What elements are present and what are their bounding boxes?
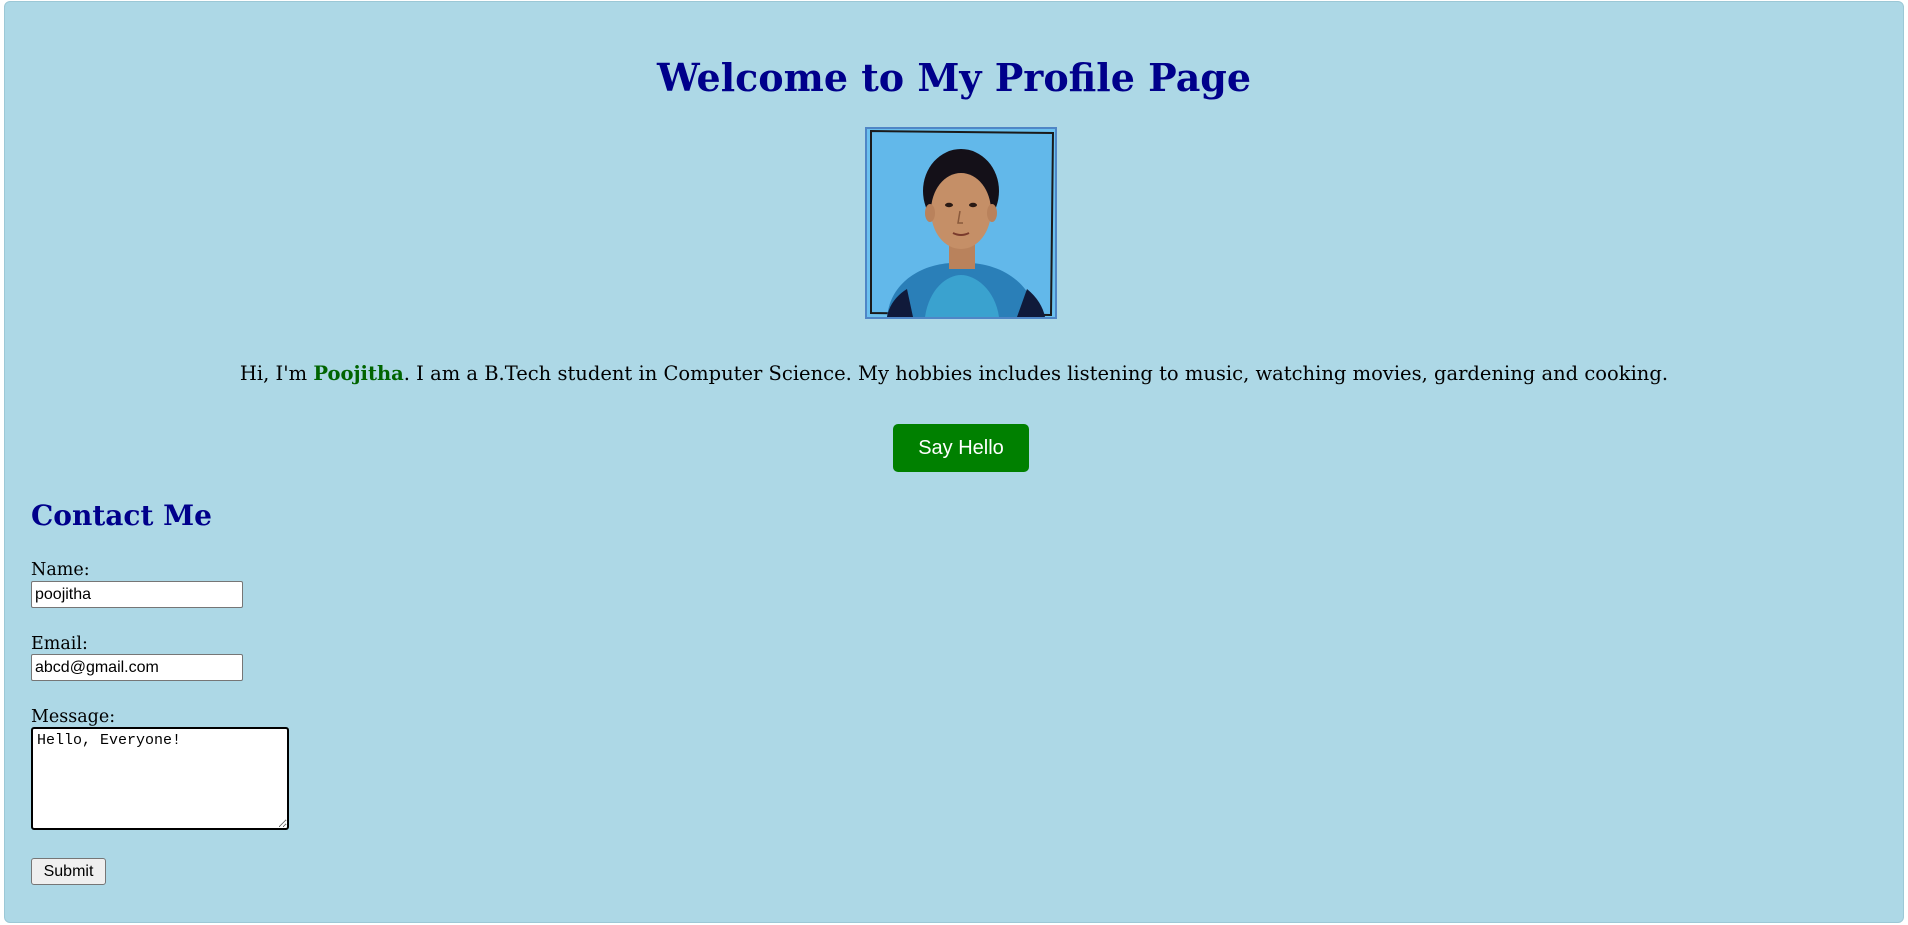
intro-prefix: Hi, I'm [239, 362, 314, 385]
email-label: Email: [31, 634, 88, 654]
name-field[interactable] [31, 581, 243, 608]
contact-heading: Contact Me [31, 499, 212, 532]
submit-button[interactable]: Submit [31, 858, 106, 885]
email-field[interactable] [31, 654, 243, 681]
intro-suffix: . I am a B.Tech student in Computer Scie… [403, 362, 1669, 385]
name-label: Name: [31, 560, 90, 580]
profile-name: Poojitha [313, 362, 404, 385]
message-field[interactable]: Hello, Everyone! [31, 727, 289, 830]
page-container: Welcome to My Profile Page Hi, I'm Pooji… [4, 1, 1904, 923]
page-title: Welcome to My Profile Page [656, 55, 1252, 100]
intro-text: Hi, I'm Poojitha. I am a B.Tech student … [5, 359, 1903, 389]
say-hello-button[interactable]: Say Hello [893, 424, 1029, 472]
message-label: Message: [31, 707, 116, 727]
profile-photo [865, 127, 1057, 319]
